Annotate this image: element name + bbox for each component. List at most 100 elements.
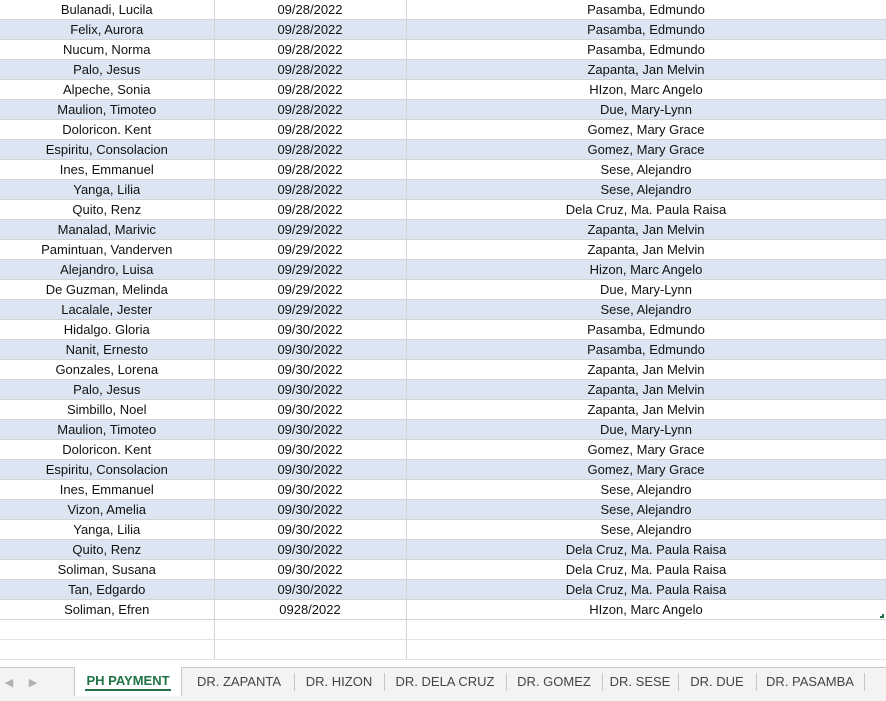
- tab-dr-sese[interactable]: DR. SESE: [602, 668, 678, 695]
- next-sheet-arrow-icon[interactable]: ▶: [26, 676, 40, 690]
- doctor-name-cell[interactable]: Sese, Alejandro: [406, 479, 886, 500]
- patient-name-cell[interactable]: Quito, Renz: [0, 539, 215, 560]
- date-cell[interactable]: 09/28/2022: [214, 99, 407, 120]
- date-cell[interactable]: 09/28/2022: [214, 39, 407, 60]
- fill-handle-marker[interactable]: [880, 614, 884, 618]
- date-cell[interactable]: 09/29/2022: [214, 279, 407, 300]
- patient-name-cell[interactable]: Simbillo, Noel: [0, 399, 215, 420]
- patient-name-cell[interactable]: Manalad, Marivic: [0, 219, 215, 240]
- empty-cell[interactable]: [0, 619, 215, 640]
- patient-name-cell[interactable]: Hidalgo. Gloria: [0, 319, 215, 340]
- doctor-name-cell[interactable]: Zapanta, Jan Melvin: [406, 399, 886, 420]
- doctor-name-cell[interactable]: Due, Mary-Lynn: [406, 279, 886, 300]
- date-cell[interactable]: 09/28/2022: [214, 59, 407, 80]
- date-cell[interactable]: 09/29/2022: [214, 219, 407, 240]
- date-cell[interactable]: 09/30/2022: [214, 579, 407, 600]
- doctor-name-cell[interactable]: Zapanta, Jan Melvin: [406, 239, 886, 260]
- patient-name-cell[interactable]: Pamintuan, Vanderven: [0, 239, 215, 260]
- date-cell[interactable]: 09/29/2022: [214, 239, 407, 260]
- patient-name-cell[interactable]: Vizon, Amelia: [0, 499, 215, 520]
- spreadsheet-grid[interactable]: Bulanadi, Lucila 09/28/2022 Pasamba, Edmun…: [0, 0, 886, 667]
- doctor-name-cell[interactable]: Zapanta, Jan Melvin: [406, 219, 886, 240]
- date-cell[interactable]: 09/29/2022: [214, 259, 407, 280]
- prev-sheet-arrow-icon[interactable]: ◀: [2, 676, 16, 690]
- patient-name-cell[interactable]: Doloricon. Kent: [0, 439, 215, 460]
- patient-name-cell[interactable]: Maulion, Timoteo: [0, 419, 215, 440]
- doctor-name-cell[interactable]: Hizon, Marc Angelo: [406, 259, 886, 280]
- doctor-name-cell[interactable]: Zapanta, Jan Melvin: [406, 379, 886, 400]
- patient-name-cell[interactable]: Palo, Jesus: [0, 379, 215, 400]
- doctor-name-cell[interactable]: HIzon, Marc Angelo: [406, 79, 886, 100]
- doctor-name-cell[interactable]: Sese, Alejandro: [406, 299, 886, 320]
- patient-name-cell[interactable]: Alejandro, Luisa: [0, 259, 215, 280]
- tab-dr-zapanta[interactable]: DR. ZAPANTA: [184, 668, 294, 695]
- date-cell[interactable]: 09/30/2022: [214, 559, 407, 580]
- tab-dr-dela-cruz[interactable]: DR. DELA CRUZ: [384, 668, 506, 695]
- empty-cell[interactable]: [0, 639, 215, 660]
- patient-name-cell[interactable]: Nucum, Norma: [0, 39, 215, 60]
- date-cell[interactable]: 09/30/2022: [214, 339, 407, 360]
- date-cell[interactable]: 09/28/2022: [214, 199, 407, 220]
- date-cell[interactable]: 09/30/2022: [214, 379, 407, 400]
- doctor-name-cell[interactable]: Pasamba, Edmundo: [406, 19, 886, 40]
- date-cell[interactable]: 09/28/2022: [214, 159, 407, 180]
- date-cell[interactable]: 09/28/2022: [214, 79, 407, 100]
- date-cell[interactable]: 09/30/2022: [214, 539, 407, 560]
- empty-cell[interactable]: [214, 639, 407, 660]
- patient-name-cell[interactable]: Soliman, Susana: [0, 559, 215, 580]
- date-cell[interactable]: 09/30/2022: [214, 459, 407, 480]
- doctor-name-cell[interactable]: Dela Cruz, Ma. Paula Raisa: [406, 579, 886, 600]
- date-cell[interactable]: 09/30/2022: [214, 479, 407, 500]
- patient-name-cell[interactable]: Nanit, Ernesto: [0, 339, 215, 360]
- doctor-name-cell[interactable]: Gomez, Mary Grace: [406, 139, 886, 160]
- patient-name-cell[interactable]: Tan, Edgardo: [0, 579, 215, 600]
- date-cell[interactable]: 09/30/2022: [214, 499, 407, 520]
- doctor-name-cell[interactable]: Sese, Alejandro: [406, 499, 886, 520]
- doctor-name-cell[interactable]: Gomez, Mary Grace: [406, 119, 886, 140]
- empty-cell[interactable]: [214, 619, 407, 640]
- patient-name-cell[interactable]: Ines, Emmanuel: [0, 479, 215, 500]
- empty-cell[interactable]: [406, 619, 886, 640]
- patient-name-cell[interactable]: Felix, Aurora: [0, 19, 215, 40]
- tab-dr-pasamba[interactable]: DR. PASAMBA: [756, 668, 864, 695]
- date-cell[interactable]: 09/30/2022: [214, 359, 407, 380]
- empty-cell[interactable]: [406, 639, 886, 660]
- doctor-name-cell[interactable]: Pasamba, Edmundo: [406, 39, 886, 60]
- patient-name-cell[interactable]: Soliman, Efren: [0, 599, 215, 620]
- patient-name-cell[interactable]: Espiritu, Consolacion: [0, 459, 215, 480]
- date-cell[interactable]: 09/28/2022: [214, 19, 407, 40]
- patient-name-cell[interactable]: Palo, Jesus: [0, 59, 215, 80]
- doctor-name-cell[interactable]: Dela Cruz, Ma. Paula Raisa: [406, 539, 886, 560]
- patient-name-cell[interactable]: Maulion, Timoteo: [0, 99, 215, 120]
- tab-dr-gomez[interactable]: DR. GOMEZ: [506, 668, 602, 695]
- patient-name-cell[interactable]: Bulanadi, Lucila: [0, 0, 215, 20]
- doctor-name-cell[interactable]: Sese, Alejandro: [406, 519, 886, 540]
- patient-name-cell[interactable]: Quito, Renz: [0, 199, 215, 220]
- patient-name-cell[interactable]: Gonzales, Lorena: [0, 359, 215, 380]
- doctor-name-cell[interactable]: Zapanta, Jan Melvin: [406, 359, 886, 380]
- date-cell[interactable]: 09/28/2022: [214, 119, 407, 140]
- doctor-name-cell[interactable]: Zapanta, Jan Melvin: [406, 59, 886, 80]
- doctor-name-cell[interactable]: Sese, Alejandro: [406, 159, 886, 180]
- doctor-name-cell[interactable]: Sese, Alejandro: [406, 179, 886, 200]
- date-cell[interactable]: 0928/2022: [214, 599, 407, 620]
- patient-name-cell[interactable]: Ines, Emmanuel: [0, 159, 215, 180]
- tab-ph-payment[interactable]: PH PAYMENT: [74, 667, 182, 696]
- date-cell[interactable]: 09/30/2022: [214, 319, 407, 340]
- doctor-name-cell[interactable]: Pasamba, Edmundo: [406, 339, 886, 360]
- date-cell[interactable]: 09/28/2022: [214, 0, 407, 20]
- patient-name-cell[interactable]: Espiritu, Consolacion: [0, 139, 215, 160]
- patient-name-cell[interactable]: Lacalale, Jester: [0, 299, 215, 320]
- tab-dr-hizon[interactable]: DR. HIZON: [294, 668, 384, 695]
- date-cell[interactable]: 09/28/2022: [214, 139, 407, 160]
- date-cell[interactable]: 09/30/2022: [214, 399, 407, 420]
- patient-name-cell[interactable]: Alpeche, Sonia: [0, 79, 215, 100]
- doctor-name-cell[interactable]: Due, Mary-Lynn: [406, 99, 886, 120]
- doctor-name-cell[interactable]: Dela Cruz, Ma. Paula Raisa: [406, 199, 886, 220]
- date-cell[interactable]: 09/30/2022: [214, 419, 407, 440]
- date-cell[interactable]: 09/28/2022: [214, 179, 407, 200]
- doctor-name-cell[interactable]: Gomez, Mary Grace: [406, 459, 886, 480]
- date-cell[interactable]: 09/30/2022: [214, 519, 407, 540]
- date-cell[interactable]: 09/29/2022: [214, 299, 407, 320]
- doctor-name-cell[interactable]: Due, Mary-Lynn: [406, 419, 886, 440]
